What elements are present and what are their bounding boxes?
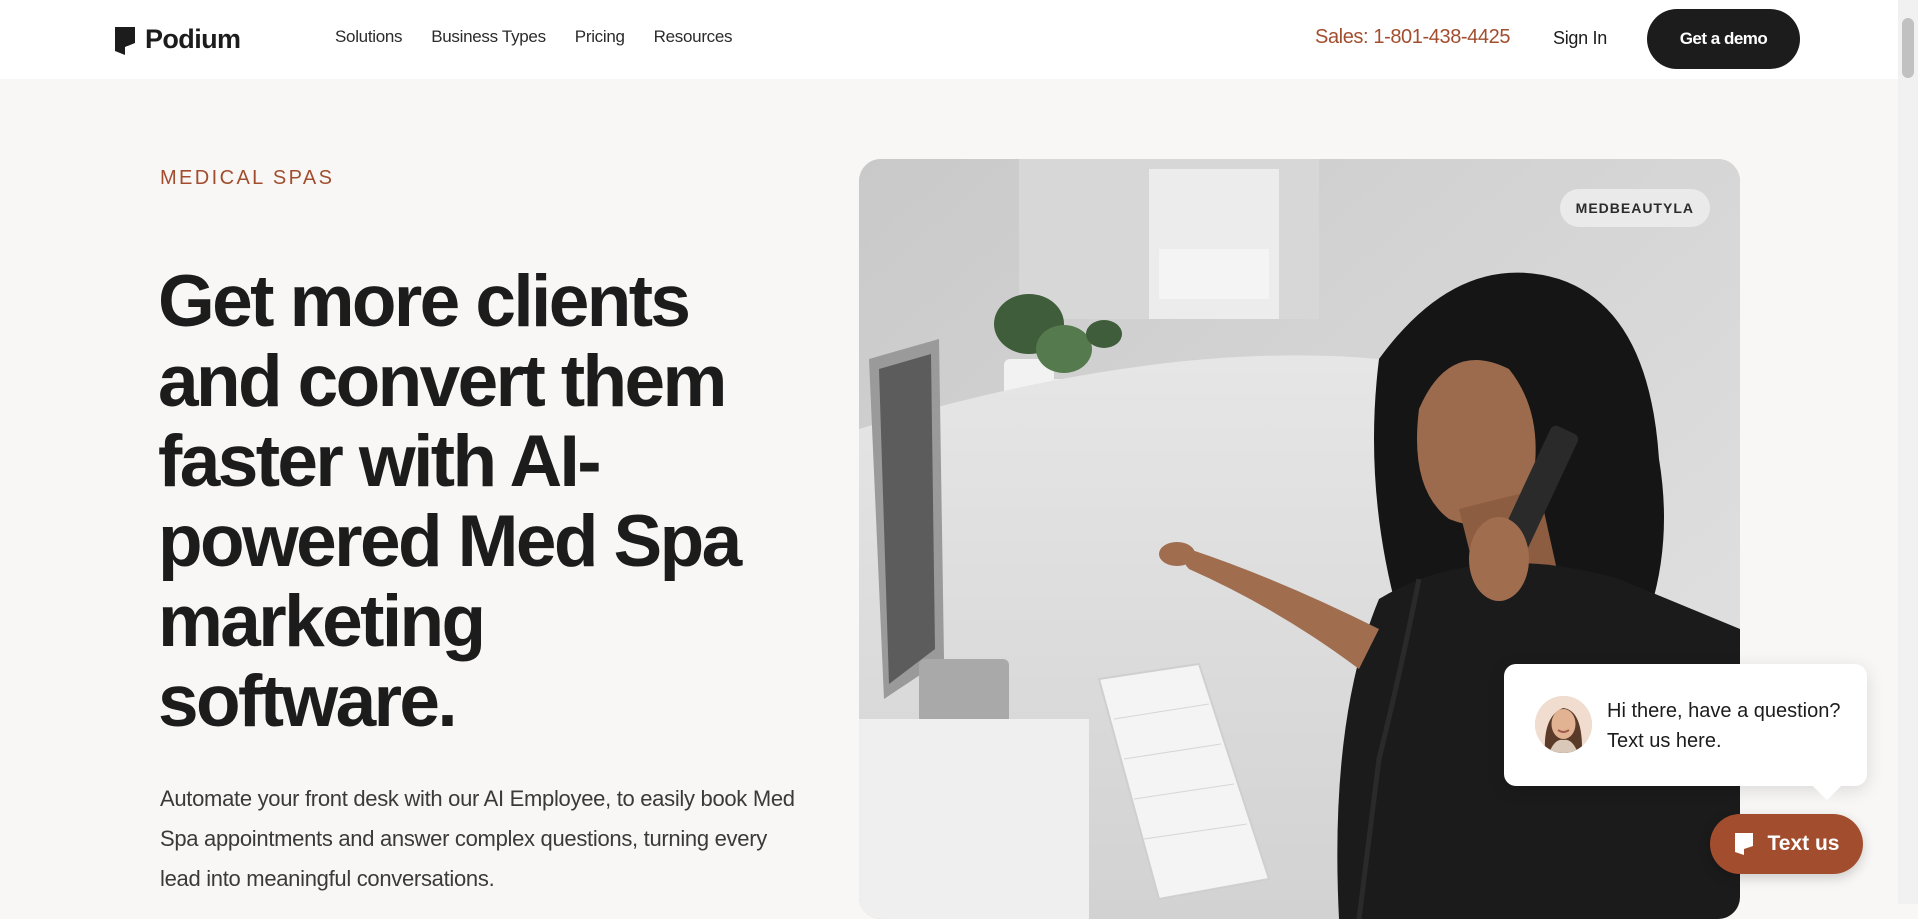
nav-item-business-types[interactable]: Business Types (431, 27, 546, 47)
scrollbar-thumb[interactable] (1902, 18, 1914, 78)
support-agent-avatar (1535, 696, 1592, 753)
hero-headline: Get more clients and convert them faster… (158, 261, 742, 742)
nav-item-resources[interactable]: Resources (654, 27, 733, 47)
chat-prompt-text: Hi there, have a question? Text us here. (1607, 700, 1841, 752)
podium-flag-icon (115, 26, 135, 55)
get-a-demo-button[interactable]: Get a demo (1647, 9, 1800, 69)
hero-photo: MEDBEAUTYLA (859, 159, 1740, 919)
top-navigation: Podium Solutions Business Types Pricing … (0, 0, 1898, 79)
text-us-label: Text us (1767, 832, 1840, 855)
nav-item-pricing[interactable]: Pricing (575, 27, 625, 47)
podium-chat-icon (1734, 833, 1753, 855)
photo-credit-badge: MEDBEAUTYLA (1559, 189, 1710, 227)
podium-logo[interactable]: Podium (113, 24, 241, 55)
page-scrollbar[interactable] (1898, 0, 1918, 904)
hero-subcopy: Automate your front desk with our AI Emp… (160, 786, 795, 891)
sign-in-link[interactable]: Sign In (1553, 28, 1607, 49)
hero-eyebrow: MEDICAL SPAS (160, 167, 335, 189)
main-menu: Solutions Business Types Pricing Resourc… (335, 27, 733, 47)
nav-item-solutions[interactable]: Solutions (335, 27, 403, 47)
sales-phone-link[interactable]: Sales: 1-801-438-4425 (1315, 26, 1510, 49)
text-us-button[interactable]: Text us (1710, 814, 1863, 874)
chat-prompt-bubble[interactable]: Hi there, have a question? Text us here. (1504, 664, 1867, 786)
logo-text: Podium (145, 24, 241, 54)
